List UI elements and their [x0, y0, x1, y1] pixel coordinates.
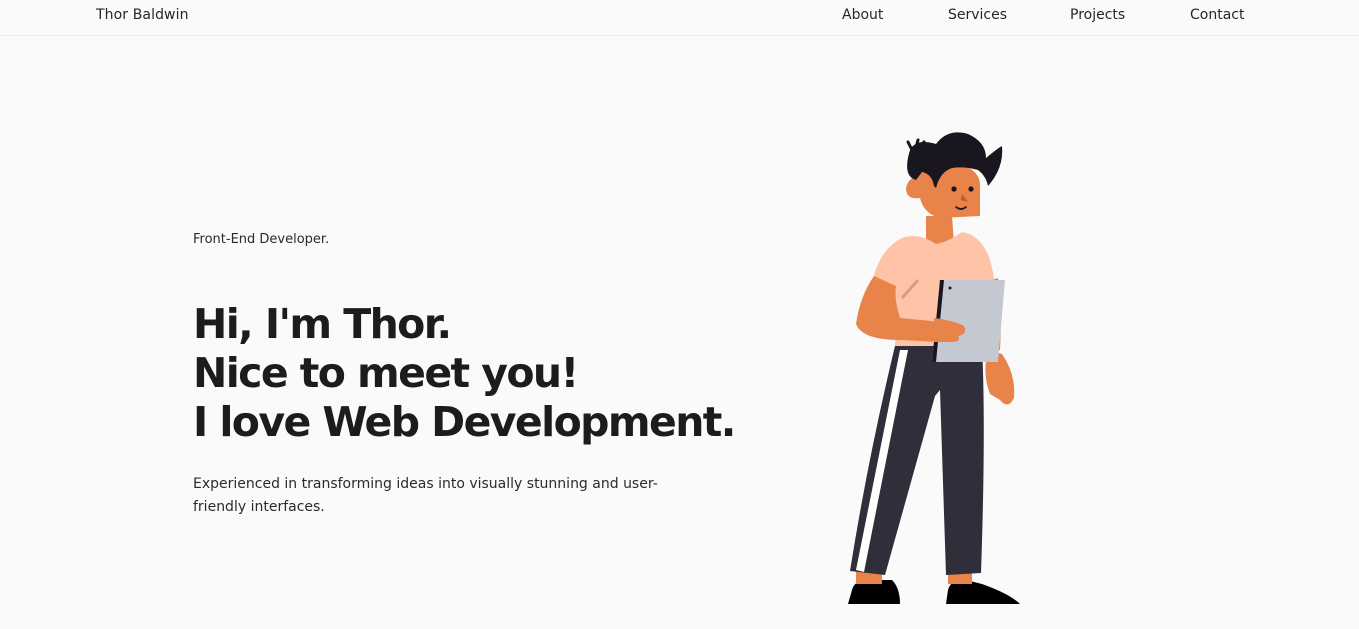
developer-illustration-svg	[848, 132, 1020, 604]
navbar: Thor Baldwin About Services Projects Con…	[0, 0, 1359, 36]
developer-illustration	[840, 128, 1030, 608]
hero-section: Front-End Developer. Hi, I'm Thor. Nice …	[193, 230, 793, 519]
right-eye	[968, 186, 974, 192]
tablet-camera	[948, 286, 952, 290]
hero-role: Front-End Developer.	[193, 232, 330, 247]
nav-link-contact[interactable]: Contact	[1190, 7, 1244, 23]
nav-link-services[interactable]: Services	[948, 7, 1007, 23]
left-eye	[951, 186, 957, 192]
hero-heading-line-1: Hi, I'm Thor.	[193, 300, 452, 348]
hero-heading: Hi, I'm Thor. Nice to meet you! I love W…	[193, 300, 793, 447]
nav-link-about[interactable]: About	[842, 7, 883, 23]
nav-menu: About Services Projects Contact	[0, 7, 1359, 27]
nav-link-projects[interactable]: Projects	[1070, 7, 1125, 23]
hero-heading-line-2: Nice to meet you!	[193, 349, 579, 397]
page: Thor Baldwin About Services Projects Con…	[0, 0, 1359, 629]
hero-description: Experienced in transforming ideas into v…	[193, 476, 658, 515]
hero-heading-line-3: I love Web Development.	[193, 398, 736, 446]
